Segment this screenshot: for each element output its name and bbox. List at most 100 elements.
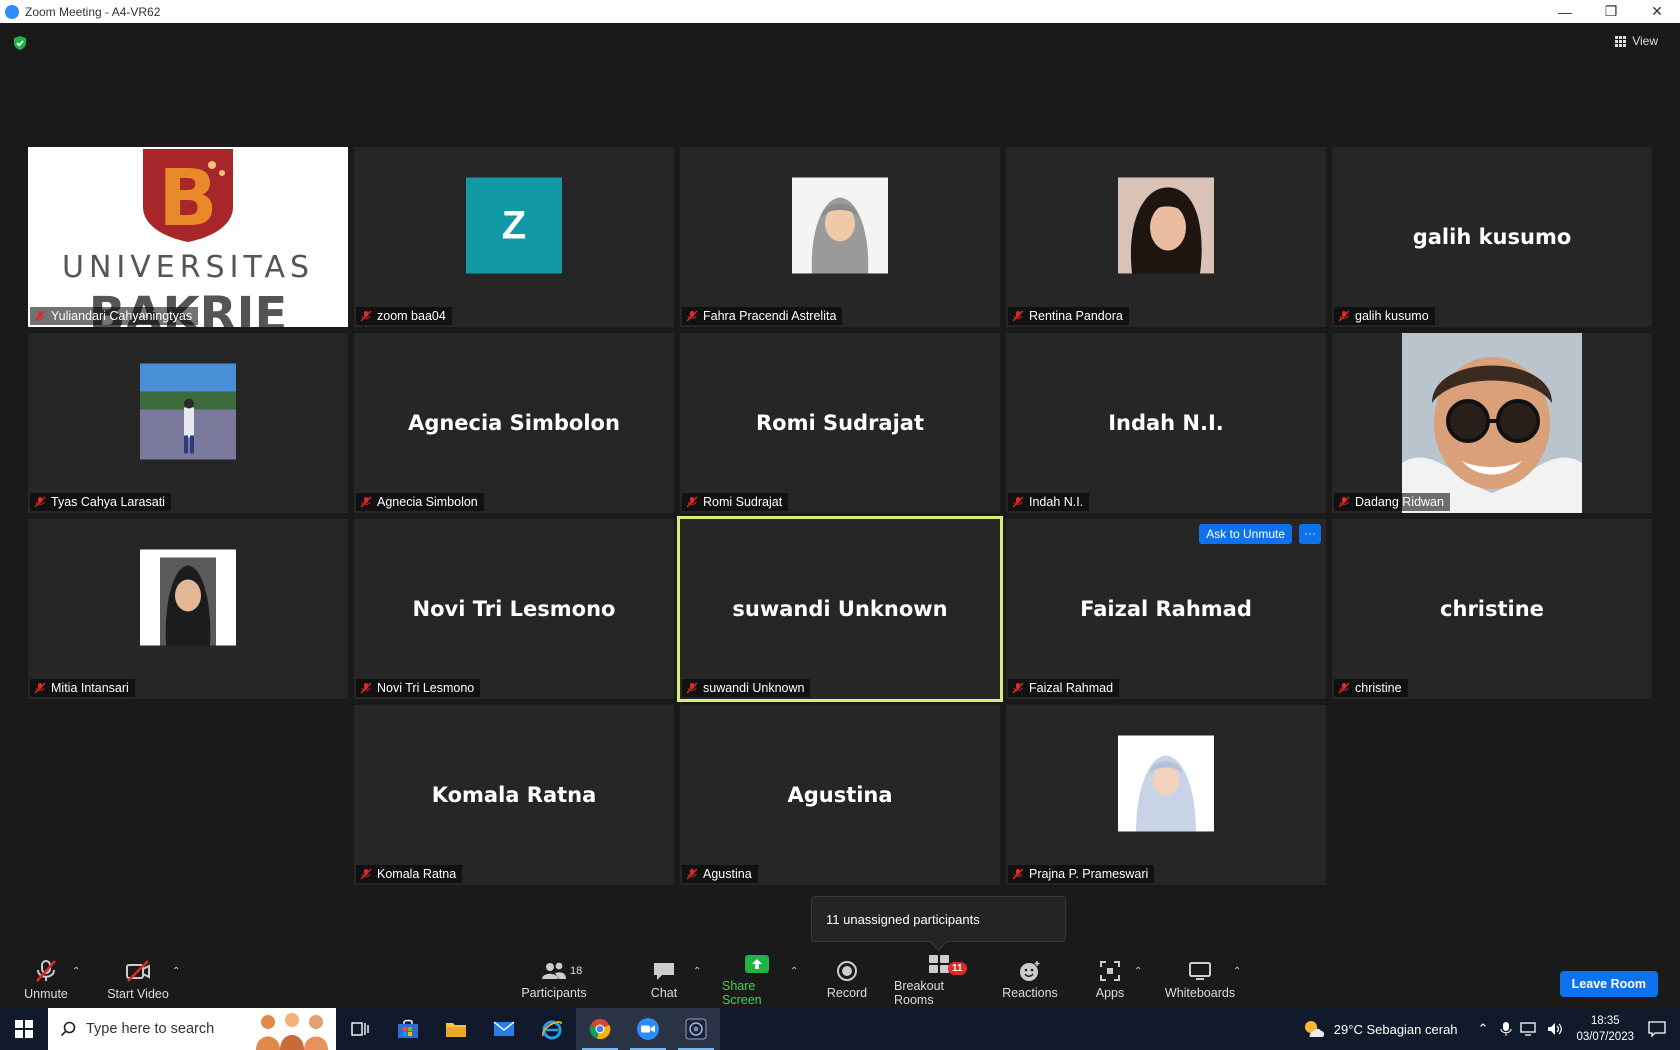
- show-hidden-icons-chevron-icon[interactable]: ⌃: [1478, 1021, 1489, 1037]
- weather-text[interactable]: 29°C Sebagian cerah: [1334, 1022, 1458, 1037]
- unmute-button[interactable]: Unmute: [22, 952, 70, 1008]
- ask-to-unmute-button[interactable]: Ask to Unmute: [1199, 524, 1292, 544]
- microphone-icon[interactable]: [1500, 1021, 1512, 1037]
- chrome-app[interactable]: [576, 1008, 624, 1050]
- video-options-caret-icon[interactable]: ⌃: [172, 966, 180, 977]
- record-button[interactable]: Record: [826, 952, 868, 1008]
- video-tile[interactable]: Z zoom baa04: [354, 147, 674, 327]
- video-tile[interactable]: galih kusumo galih kusumo: [1332, 147, 1652, 327]
- apps-button[interactable]: Apps: [1094, 952, 1126, 1008]
- participant-name: galih kusumo: [1355, 309, 1429, 323]
- participant-label: Komala Ratna: [356, 865, 463, 883]
- reactions-button[interactable]: Reactions: [1002, 952, 1058, 1008]
- camera-app[interactable]: [672, 1008, 720, 1050]
- participant-display-name: Romi Sudrajat: [755, 411, 925, 435]
- taskbar-clock[interactable]: 18:35 03/07/2023: [1576, 1013, 1634, 1045]
- internet-explorer-app[interactable]: [528, 1008, 576, 1050]
- active-speaker-tile[interactable]: suwandi Unknown suwandi Unknown: [677, 516, 1003, 702]
- mic-muted-icon: [686, 682, 698, 694]
- minimize-button[interactable]: —: [1542, 0, 1588, 23]
- apps-icon: [1100, 961, 1120, 981]
- participant-name: Novi Tri Lesmono: [377, 681, 475, 695]
- video-tile[interactable]: B UNIVERSITAS BAKRIE Yuliandari Cahyanin…: [28, 147, 348, 327]
- windows-taskbar: Type here to search 29°C Sebagian cerah …: [0, 1008, 1680, 1050]
- video-tile[interactable]: Dadang Ridwan: [1332, 333, 1652, 513]
- video-tile[interactable]: Tyas Cahya Larasati: [28, 333, 348, 513]
- participant-name: zoom baa04: [377, 309, 446, 323]
- window-titlebar: Zoom Meeting - A4-VR62 — ❐ ✕: [0, 0, 1680, 23]
- network-icon[interactable]: [1520, 1021, 1538, 1037]
- breakout-tooltip: 11 unassigned participants: [811, 896, 1066, 942]
- participant-name: Komala Ratna: [377, 867, 457, 881]
- video-tile[interactable]: Ask to Unmute ··· Faizal Rahmad Faizal R…: [1006, 519, 1326, 699]
- participant-name: Fahra Pracendi Astrelita: [703, 309, 837, 323]
- participant-label: Romi Sudrajat: [682, 493, 789, 511]
- mail-app[interactable]: [480, 1008, 528, 1050]
- share-screen-label: Share Screen: [722, 979, 762, 1007]
- participant-label: Tyas Cahya Larasati: [30, 493, 171, 511]
- volume-icon[interactable]: [1546, 1021, 1564, 1037]
- apps-options-caret-icon[interactable]: ⌃: [1134, 966, 1142, 977]
- video-tile[interactable]: Fahra Pracendi Astrelita: [680, 147, 1000, 327]
- unmute-label: Unmute: [24, 987, 68, 1001]
- start-video-button[interactable]: Start Video: [106, 952, 170, 1008]
- taskbar-search-box[interactable]: Type here to search: [48, 1008, 336, 1050]
- mic-muted-icon: [360, 310, 372, 322]
- camera-icon: [685, 1018, 707, 1040]
- encryption-shield-icon[interactable]: [12, 35, 28, 51]
- mail-icon: [493, 1021, 515, 1036]
- participant-label: christine: [1334, 679, 1408, 697]
- notifications-icon[interactable]: [1648, 1021, 1666, 1037]
- participant-display-name: Agustina: [787, 783, 893, 807]
- video-tile[interactable]: Romi Sudrajat Romi Sudrajat: [680, 333, 1000, 513]
- mic-muted-icon: [686, 868, 698, 880]
- mic-muted-icon: [1012, 310, 1024, 322]
- video-tile[interactable]: Rentina Pandora: [1006, 147, 1326, 327]
- chat-options-caret-icon[interactable]: ⌃: [693, 966, 701, 977]
- start-button[interactable]: [0, 1008, 48, 1050]
- file-explorer-app[interactable]: [432, 1008, 480, 1050]
- participants-count: 18: [570, 965, 583, 977]
- mic-muted-icon: [360, 682, 372, 694]
- view-button[interactable]: View: [1615, 34, 1658, 48]
- video-tile[interactable]: Agnecia Simbolon Agnecia Simbolon: [354, 333, 674, 513]
- store-app[interactable]: [384, 1008, 432, 1050]
- avatar: [792, 177, 888, 274]
- whiteboards-button[interactable]: Whiteboards: [1162, 952, 1238, 1008]
- video-tile[interactable]: Prajna P. Prameswari: [1006, 705, 1326, 885]
- participant-name: Agnecia Simbolon: [377, 495, 478, 509]
- participant-name: Rentina Pandora: [1029, 309, 1123, 323]
- zoom-icon: [637, 1018, 659, 1040]
- leave-room-button[interactable]: Leave Room: [1559, 971, 1658, 997]
- video-tile[interactable]: Mitia Intansari: [28, 519, 348, 699]
- weather-partly-sunny-icon[interactable]: [1302, 1018, 1326, 1040]
- close-button[interactable]: ✕: [1634, 0, 1680, 23]
- video-tile[interactable]: Agustina Agustina: [680, 705, 1000, 885]
- video-tile[interactable]: Novi Tri Lesmono Novi Tri Lesmono: [354, 519, 674, 699]
- more-options-button[interactable]: ···: [1299, 524, 1321, 544]
- participants-icon: [542, 962, 566, 979]
- video-tile[interactable]: Indah N.I. Indah N.I.: [1006, 333, 1326, 513]
- audio-options-caret-icon[interactable]: ⌃: [72, 966, 80, 977]
- system-tray: 29°C Sebagian cerah ⌃ 18:35 03/07/2023: [1302, 1008, 1680, 1050]
- participant-label: galih kusumo: [1334, 307, 1435, 325]
- participant-label: Agnecia Simbolon: [356, 493, 484, 511]
- participants-button[interactable]: Participants: [520, 952, 588, 1008]
- share-screen-button[interactable]: Share Screen: [722, 952, 792, 1008]
- video-tile[interactable]: christine christine: [1332, 519, 1652, 699]
- restore-button[interactable]: ❐: [1588, 0, 1634, 23]
- breakout-rooms-icon: [929, 955, 949, 973]
- share-options-caret-icon[interactable]: ⌃: [790, 966, 798, 977]
- folder-icon: [446, 1023, 466, 1037]
- chat-label: Chat: [650, 986, 678, 1000]
- chat-button[interactable]: Chat: [648, 952, 680, 1008]
- participant-display-name: christine: [1440, 597, 1544, 621]
- task-view-button[interactable]: [336, 1008, 384, 1050]
- zoom-app[interactable]: [624, 1008, 672, 1050]
- participant-display-name: galih kusumo: [1412, 225, 1572, 249]
- video-tile[interactable]: Komala Ratna Komala Ratna: [354, 705, 674, 885]
- mic-muted-icon: [34, 310, 46, 322]
- whiteboard-options-caret-icon[interactable]: ⌃: [1233, 966, 1241, 977]
- meeting-toolbar: Unmute ⌃ Start Video ⌃ Participants 18 C…: [0, 952, 1680, 1008]
- breakout-rooms-button[interactable]: Breakout Rooms: [894, 952, 984, 1008]
